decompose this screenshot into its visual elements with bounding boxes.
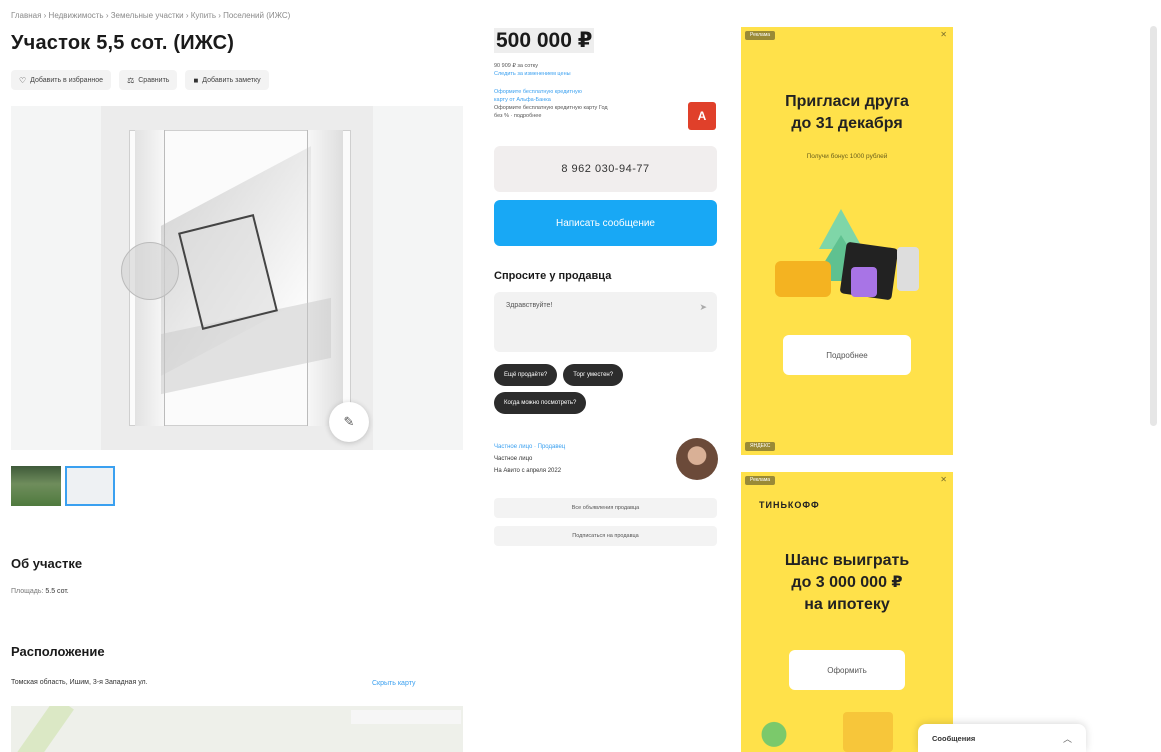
avatar[interactable] <box>676 438 718 480</box>
close-icon[interactable]: ✕ <box>940 475 947 484</box>
add-note-label: Добавить заметку <box>202 76 261 84</box>
close-icon[interactable]: ✕ <box>940 30 947 39</box>
compare-button[interactable]: ⚖ Сравнить <box>119 70 178 90</box>
chevron-up-icon[interactable]: ︿ <box>1063 732 1072 745</box>
gift-shape <box>775 261 831 297</box>
note-icon: ■ <box>193 75 199 85</box>
ask-seller-title: Спросите у продавца <box>494 270 612 282</box>
photo-detail <box>307 130 343 426</box>
price-details: 90 909 ₽ за сотку Следить за изменением … <box>494 62 571 78</box>
quick-question-chip[interactable]: Ещё продаёте? <box>494 364 558 386</box>
ad-title-line: до 3 000 000 ₽ <box>791 574 903 591</box>
page-scrollbar[interactable] <box>1150 26 1157 426</box>
map-road <box>351 710 461 724</box>
area-value: 5.5 сот. <box>45 588 69 595</box>
seller-name-link[interactable]: Частное лицо · Продавец <box>494 444 565 450</box>
credit-line: карту от Альфа-Банка <box>494 97 551 103</box>
ask-input-value: Здравствуйте! <box>506 302 553 309</box>
gallery-thumbnails <box>11 466 115 506</box>
location-heading: Расположение <box>11 644 105 659</box>
area-label: Площадь: <box>11 588 44 595</box>
credit-line: без % · подробнее <box>494 113 542 119</box>
ad-more-button[interactable]: Подробнее <box>783 335 911 375</box>
send-icon[interactable]: ➤ <box>699 302 707 313</box>
ad-apply-button[interactable]: Оформить <box>789 650 905 690</box>
ad-illustration <box>753 700 943 752</box>
photo-detail <box>121 242 179 300</box>
ad-label: Реклама <box>745 476 776 485</box>
add-note-button[interactable]: ■ Добавить заметку <box>185 70 269 90</box>
gift-shape <box>843 712 893 752</box>
breadcrumb[interactable]: Главная › Недвижимость › Земельные участ… <box>11 11 290 20</box>
ad-title-line: Шанс выиграть <box>784 552 910 569</box>
page-title: Участок 5,5 сот. (ИЖС) <box>11 32 235 54</box>
plant-shape <box>759 708 789 752</box>
credit-offer[interactable]: Оформите бесплатную кредитную карту от А… <box>494 88 672 120</box>
messenger-panel[interactable]: Сообщения ︿ <box>918 724 1086 752</box>
ad-title-line: до 31 декабря <box>791 115 903 132</box>
quick-question-chip[interactable]: Торг уместен? <box>563 364 624 386</box>
phone-shape <box>897 247 919 291</box>
map-road <box>11 706 74 752</box>
ad-subtitle: Получи бонус 1000 рублей <box>806 153 888 160</box>
add-favorite-label: Добавить в избранное <box>30 76 104 84</box>
location-map[interactable] <box>11 706 463 752</box>
ad-title-line: на ипотеку <box>804 596 890 613</box>
ad-network-label: ЯНДЕКС <box>745 442 776 451</box>
subscribe-seller-button[interactable]: Подписаться на продавца <box>494 526 717 546</box>
ad-title-line: Пригласи друга <box>785 93 909 110</box>
pencil-icon: ✎ <box>343 414 355 429</box>
price-per-unit: 90 909 ₽ за сотку <box>494 63 538 69</box>
compare-label: Сравнить <box>138 76 170 84</box>
listing-actions: ♡ Добавить в избранное ⚖ Сравнить ■ Доба… <box>11 70 269 90</box>
card-shape <box>851 267 877 297</box>
ad-brand: ТИНЬКОФФ <box>759 500 820 510</box>
seller-type: Частное лицо <box>494 456 533 462</box>
ad-title: Шанс выиграть до 3 000 000 ₽ на ипотеку <box>741 550 953 616</box>
seller-listings-button[interactable]: Все объявления продавца <box>494 498 717 518</box>
about-heading: Об участке <box>11 556 83 571</box>
add-favorite-button[interactable]: ♡ Добавить в избранное <box>11 70 112 90</box>
ad-banner-invite[interactable]: Реклама ✕ Пригласи друга до 31 декабря П… <box>741 27 953 455</box>
messenger-label: Сообщения <box>932 733 976 743</box>
edit-photo-button[interactable]: ✎ <box>329 402 369 442</box>
ad-banner-mortgage[interactable]: Реклама ✕ ТИНЬКОФФ Шанс выиграть до 3 00… <box>741 472 953 752</box>
seller-since: На Авито с апреля 2022 <box>494 468 562 474</box>
credit-line: Оформите бесплатную кредитную карту Год <box>494 105 608 111</box>
photo-gallery[interactable]: ✎ <box>11 106 463 450</box>
scales-icon: ⚖ <box>127 75 135 85</box>
bank-logo[interactable]: А <box>688 102 716 130</box>
quick-questions: Ещё продаёте? Торг уместен? Когда можно … <box>494 364 717 414</box>
price: 500 000 ₽ <box>494 28 595 53</box>
gallery-thumbnail-active[interactable] <box>65 466 115 506</box>
ad-label: Реклама <box>745 31 776 40</box>
credit-line: Оформите бесплатную кредитную <box>494 89 582 95</box>
ask-seller-input[interactable]: Здравствуйте! ➤ <box>494 292 717 352</box>
address-text: Томская область, Ишим, 3-я Западная ул. <box>11 679 148 686</box>
price-history-link[interactable]: Следить за изменением цены <box>494 70 571 78</box>
show-phone-button[interactable]: 8 962 030-94-77 <box>494 146 717 192</box>
gallery-thumbnail[interactable] <box>11 466 61 506</box>
heart-icon: ♡ <box>19 75 27 85</box>
area-param: Площадь: 5.5 сот. <box>11 588 69 595</box>
quick-question-chip[interactable]: Когда можно посмотреть? <box>494 392 587 414</box>
ad-illustration <box>741 185 953 325</box>
ad-title: Пригласи друга до 31 декабря <box>741 91 953 135</box>
write-message-button[interactable]: Написать сообщение <box>494 200 717 246</box>
toggle-map-link[interactable]: Скрыть карту <box>372 680 415 687</box>
